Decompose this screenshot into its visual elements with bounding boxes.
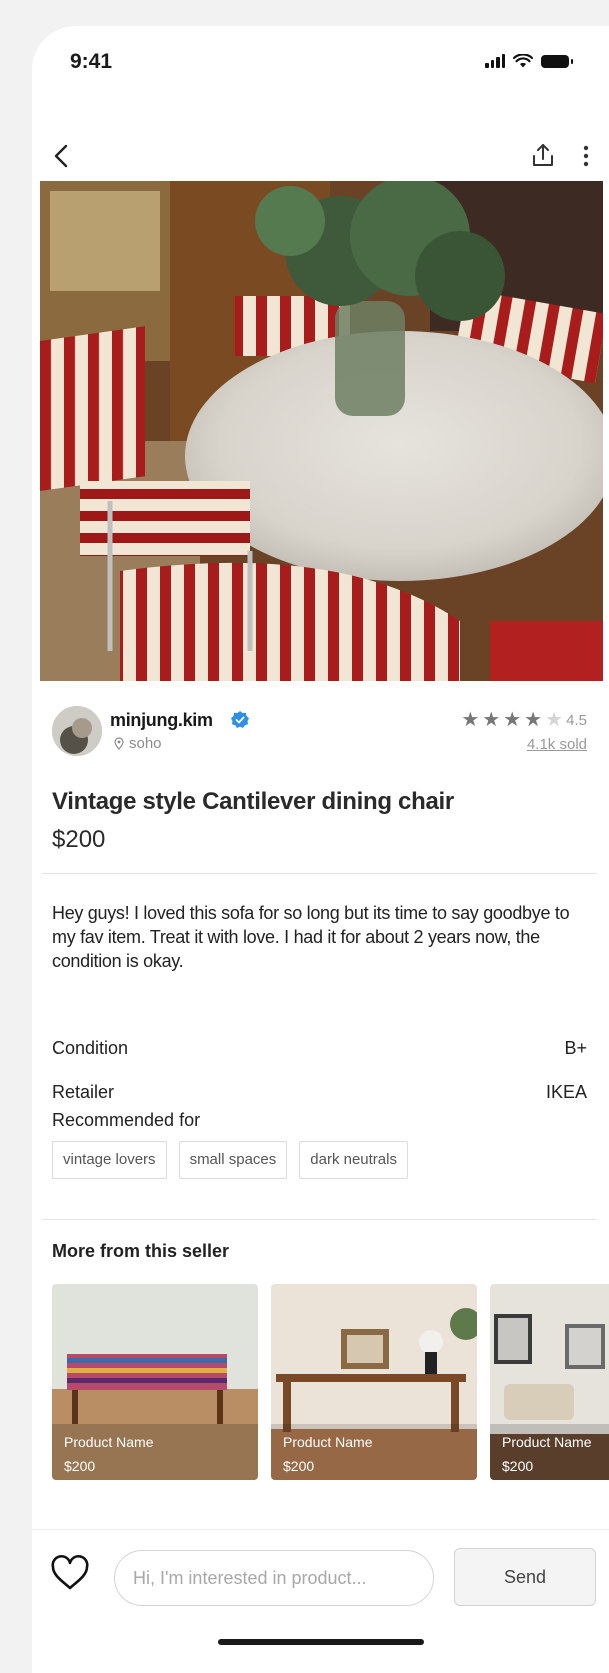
spec-label: Retailer [52,1082,115,1102]
tag[interactable]: dark neutrals [299,1141,408,1179]
console-table-photo [271,1284,477,1480]
card-name: Product Name [502,1434,592,1450]
divider [42,1219,597,1220]
share-icon[interactable] [529,140,557,172]
product-photo [40,181,603,681]
spec-value: B+ [564,1038,587,1058]
tag[interactable]: vintage lovers [52,1141,167,1179]
seller-info[interactable]: minjung.kim soho ★ ★ ★ ★ ★ 4.5 4.1k sold [52,706,587,762]
location-text: soho [129,735,162,752]
more-from-seller-carousel[interactable]: Product Name $200 Product Name $200 Prod… [52,1284,609,1480]
recommended-tags: vintage lovers small spaces dark neutral… [52,1141,408,1179]
bench-photo [52,1284,258,1480]
star-icon: ★ [482,709,501,731]
seller-location: soho [114,735,162,752]
heart-icon[interactable] [50,1554,90,1594]
spec-retailer: Retailer IKEA [52,1082,587,1106]
card-price: $200 [502,1458,534,1474]
avatar-photo [52,706,102,756]
signal-icon [485,54,505,68]
spec-value: IKEA [545,1082,587,1102]
status-icons [485,54,573,68]
star-icon: ★ [461,709,480,731]
card-price: $200 [64,1458,96,1474]
card-name: Product Name [283,1434,373,1450]
card-name: Product Name [64,1434,154,1450]
home-indicator [218,1639,424,1645]
wifi-icon [513,54,533,68]
product-title: Vintage style Cantilever dining chair [52,788,454,815]
message-input[interactable] [114,1550,434,1606]
product-card[interactable]: Product Name $200 [271,1284,477,1480]
product-price: $200 [52,826,106,853]
tag[interactable]: small spaces [178,1141,288,1179]
top-nav [32,136,609,186]
spec-label: Condition [52,1038,129,1058]
spec-condition: Condition B+ [52,1038,587,1062]
card-price: $200 [283,1458,315,1474]
status-bar: 9:41 [32,26,609,96]
seller-name[interactable]: minjung.kim [110,710,213,731]
rating-value: 4.5 [566,712,587,729]
location-pin-icon [114,737,124,750]
send-button[interactable]: Send [454,1548,596,1606]
product-description: Hey guys! I loved this sofa for so long … [52,903,570,971]
phone-screen: 9:41 minjung.kim soho ★ ★ ★ ★ ★ 4.5 4.1k… [32,26,609,1673]
product-card[interactable]: Product Name $200 [490,1284,609,1480]
sold-count[interactable]: 4.1k sold [527,736,587,753]
status-time: 9:41 [70,50,113,73]
star-icon: ★ [545,709,563,731]
recommended-label: Recommended for [52,1110,201,1130]
product-card[interactable]: Product Name $200 [52,1284,258,1480]
more-from-seller-title: More from this seller [52,1241,230,1261]
divider [42,873,597,874]
armchair-photo [490,1284,609,1480]
bottom-bar: Send [32,1529,609,1619]
more-icon[interactable] [575,140,597,172]
verified-icon [231,711,249,728]
back-icon[interactable] [46,140,78,172]
avatar[interactable] [52,706,102,756]
star-icon: ★ [503,709,522,731]
star-icon: ★ [524,709,543,731]
battery-icon [541,55,573,68]
dining-chair-photo [40,181,603,681]
rating-stars: ★ ★ ★ ★ ★ [461,710,563,730]
